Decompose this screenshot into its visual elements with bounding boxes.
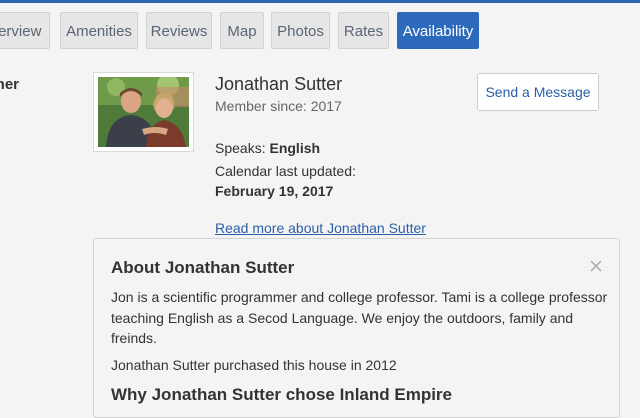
about-title: About Jonathan Sutter (111, 258, 295, 277)
owner-name: Jonathan Sutter (215, 74, 343, 94)
purchase-info: Jonathan Sutter purchased this house in … (111, 357, 397, 373)
speaks-languages: Speaks: English (215, 140, 320, 156)
calendar-updated-label: Calendar last updated: (215, 163, 356, 179)
about-owner-panel: About Jonathan Sutter Jon is a scientifi… (93, 238, 620, 418)
member-since: Member since: 2017 (215, 98, 342, 114)
close-icon[interactable] (589, 259, 603, 273)
tab-photos[interactable]: Photos (271, 12, 330, 49)
speaks-label: Speaks: (215, 140, 266, 156)
owner-avatar[interactable] (93, 72, 194, 152)
owner-photo-image (98, 77, 189, 147)
owner-section-label: wner (0, 76, 20, 93)
speaks-value: English (269, 140, 321, 156)
tab-rates[interactable]: Rates (338, 12, 389, 49)
send-message-button[interactable]: Send a Message (477, 73, 599, 111)
tab-map[interactable]: Map (220, 12, 264, 49)
tab-reviews[interactable]: Reviews (146, 12, 212, 49)
tab-amenities[interactable]: Amenities (60, 12, 138, 49)
tab-overview[interactable]: verview (0, 12, 50, 49)
about-bio: Jon is a scientific programmer and colle… (111, 289, 608, 346)
tab-availability[interactable]: Availability (397, 12, 479, 49)
calendar-updated-date: February 19, 2017 (215, 183, 334, 199)
read-more-link[interactable]: Read more about Jonathan Sutter (215, 220, 426, 236)
top-accent-border (0, 0, 640, 3)
why-chose-title: Why Jonathan Sutter chose Inland Empire (111, 385, 452, 404)
